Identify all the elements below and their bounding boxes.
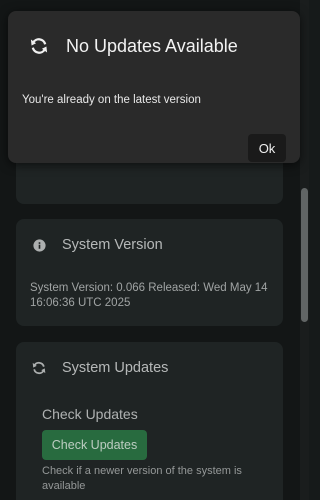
no-updates-dialog: No Updates Available You're already on t…: [8, 11, 300, 163]
dialog-message: You're already on the latest version: [22, 94, 201, 106]
dialog-title: No Updates Available: [66, 35, 238, 56]
dialog-header: No Updates Available: [30, 35, 238, 57]
refresh-icon: [30, 37, 48, 55]
ok-button[interactable]: Ok: [248, 134, 286, 162]
settings-page: System Version System Version: 0.066 Rel…: [0, 0, 309, 500]
